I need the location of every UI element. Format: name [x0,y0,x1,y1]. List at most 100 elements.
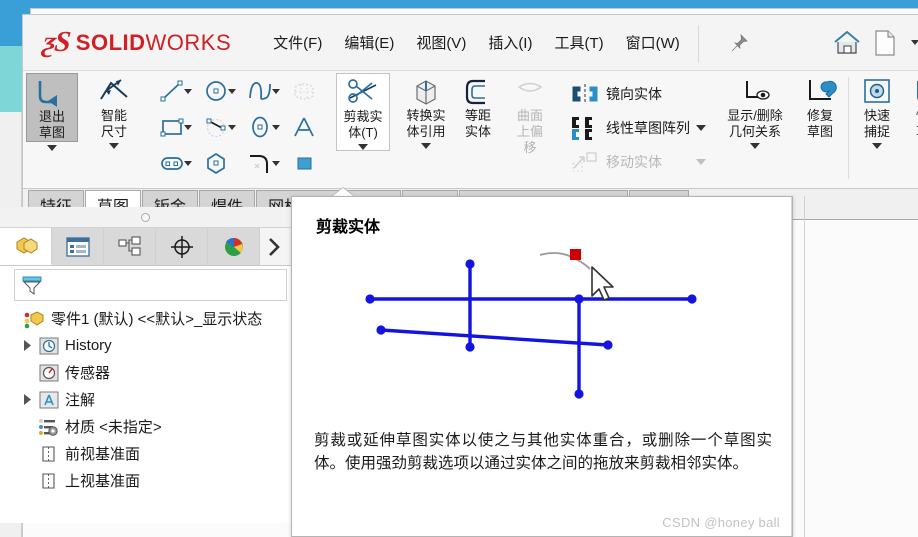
toolbar-divider [698,25,699,63]
panel-tab-bar [0,228,291,266]
mirror-entities-button[interactable]: 镜向实体 [566,77,694,111]
spline-tool[interactable] [238,73,282,109]
move-entities-button[interactable]: 移动实体 [566,145,694,179]
arc-tool[interactable] [194,109,238,145]
menu-view[interactable]: 视图(V) [416,32,466,53]
tree-filter-bar[interactable] [14,269,287,301]
panel-tab-display-manager[interactable] [208,228,260,265]
feature-tree: 零件1 (默认) <<默认>_显示状态 History 传感器 注解 材质 <未… [0,301,291,494]
ellipse-tool[interactable] [238,109,282,145]
panel-tab-feature-manager[interactable] [0,228,52,265]
smart-dimension-button[interactable]: 智能 尺寸 [88,73,140,140]
material-icon [36,416,62,438]
tree-arrow-annotations-icon[interactable] [18,394,36,405]
ellipse-dropdown-icon[interactable] [272,125,280,130]
splitter-dot-icon [141,212,150,222]
line-tool[interactable] [150,73,194,109]
fillet-dropdown-icon[interactable] [272,161,280,166]
quick-snaps-icon [860,76,894,108]
tree-item-material[interactable]: 材质 <未指定> [4,413,291,440]
tree-item-annotations[interactable]: 注解 [4,386,291,413]
menu-file[interactable]: 文件(F) [273,32,322,53]
trim-entities-button[interactable]: 剪裁实 体(T) [337,74,389,141]
tree-item-sensors[interactable]: 传感器 [4,359,291,386]
tree-item-sensors-label: 传感器 [65,365,111,382]
display-delete-relations-icon [737,76,773,108]
display-delete-relations-dropdown-icon[interactable] [750,143,760,149]
fillet-tool[interactable] [238,145,282,181]
rectangle-tool[interactable] [150,109,194,145]
offset-entities-icon [461,76,495,108]
trim-entities-icon [346,77,380,109]
new-document-dropdown-icon[interactable] [910,40,918,45]
quick-snaps-button[interactable]: 快速 捕捉 [851,73,903,140]
part-icon [22,308,48,330]
new-document-button[interactable] [868,26,902,60]
sketch-entities-grid [150,73,326,181]
menu-insert[interactable]: 插入(I) [488,32,532,53]
exit-sketch-button[interactable]: 退出 草图 [26,73,78,142]
slot-tool[interactable] [150,145,194,181]
panel-splitter-handle[interactable] [0,207,291,228]
convert-entities-dropdown-icon[interactable] [421,143,431,149]
menu-tools[interactable]: 工具(T) [554,32,603,53]
tree-item-front-plane[interactable]: 前视基准面 [4,440,291,467]
title-bar: ƺS SOLID WORKS 文件(F) 编辑(E) 视图(V) 插入(I) 工具… [23,15,918,71]
arc-dropdown-icon[interactable] [228,125,236,130]
panel-tab-configuration-manager[interactable] [104,228,156,265]
tree-arrow-history-icon[interactable] [18,340,36,351]
offset-entities-button[interactable]: 等距 实体 [452,73,504,140]
tree-item-part-label: 零件1 (默认) <<默认>_显示状态 [51,311,263,328]
offset-on-surface-icon [515,76,545,108]
menu-window[interactable]: 窗口(W) [626,32,680,53]
panel-tabs-more-button[interactable] [260,228,288,265]
convert-entities-button[interactable]: 转换实 体引用 [400,73,452,140]
rapid-sketch-icon [912,76,918,108]
ribbon-group-pattern: 镜向实体 线性草图阵列 移动实体 [563,71,709,189]
tree-item-history[interactable]: History [4,332,291,359]
pin-icon[interactable] [728,32,750,54]
smart-dimension-icon [97,76,131,108]
repair-sketch-button[interactable]: 修复 草图 [794,73,846,140]
tree-item-part[interactable]: 零件1 (默认) <<默认>_显示状态 [4,305,291,332]
solidworks-logo: ƺS SOLID WORKS [41,26,231,59]
slot-dropdown-icon[interactable] [184,161,192,166]
quick-snaps-dropdown-icon[interactable] [872,143,882,149]
quick-snaps-label: 快速 捕捉 [863,108,890,139]
ribbon-group-convert: 转换实 体引用 等距 实体 曲面 上偏 移 [397,71,559,189]
exit-sketch-icon [35,77,69,109]
screenshot-root: ƺS SOLID WORKS 文件(F) 编辑(E) 视图(V) 插入(I) 工具… [0,0,918,537]
repair-sketch-icon [803,76,837,108]
home-button[interactable] [830,26,864,60]
line-dropdown-icon[interactable] [184,89,192,94]
menu-edit[interactable]: 编辑(E) [344,32,394,53]
trim-entities-dropdown-icon[interactable] [358,144,368,150]
smart-dimension-dropdown-icon[interactable] [109,143,119,149]
panel-tab-property-manager[interactable] [52,228,104,265]
trim-demo-sketch [365,249,697,399]
history-icon [36,336,62,356]
exit-sketch-dropdown-icon[interactable] [47,145,57,151]
linear-sketch-pattern-icon [570,115,600,141]
plane-icon [36,444,62,464]
polygon-tool[interactable] [194,145,238,181]
plane-tool[interactable] [282,145,326,181]
pattern-rows: 镜向实体 线性草图阵列 移动实体 [566,73,694,179]
tree-item-top-plane[interactable]: 上视基准面 [4,467,291,494]
tooltip-graphic [292,237,792,427]
menu-bar: 文件(F) 编辑(E) 视图(V) 插入(I) 工具(T) 窗口(W) [273,32,750,54]
tooltip-popup: 剪裁实体 剪裁或延伸草图实体以使之与其他实体重合，或删除一个草图实体。使用强劲剪… [291,196,793,537]
rectangle-dropdown-icon[interactable] [184,125,192,130]
tree-item-history-label: History [65,337,112,354]
spline-dropdown-icon[interactable] [272,89,280,94]
circle-dropdown-icon[interactable] [228,89,236,94]
linear-sketch-pattern-dropdown-icon[interactable] [696,109,706,143]
rapid-sketch-button[interactable]: 快速 草图 [903,73,918,140]
panel-tab-dimxpert-manager[interactable] [156,228,208,265]
linear-sketch-pattern-button[interactable]: 线性草图阵列 [566,111,694,145]
display-delete-relations-button[interactable]: 显示/删除 几何关系 [716,73,794,140]
offset-on-surface-button[interactable]: 曲面 上偏 移 [504,73,556,156]
circle-tool[interactable] [194,73,238,109]
move-entities-dropdown-icon[interactable] [696,143,706,177]
text-tool[interactable] [282,109,326,145]
